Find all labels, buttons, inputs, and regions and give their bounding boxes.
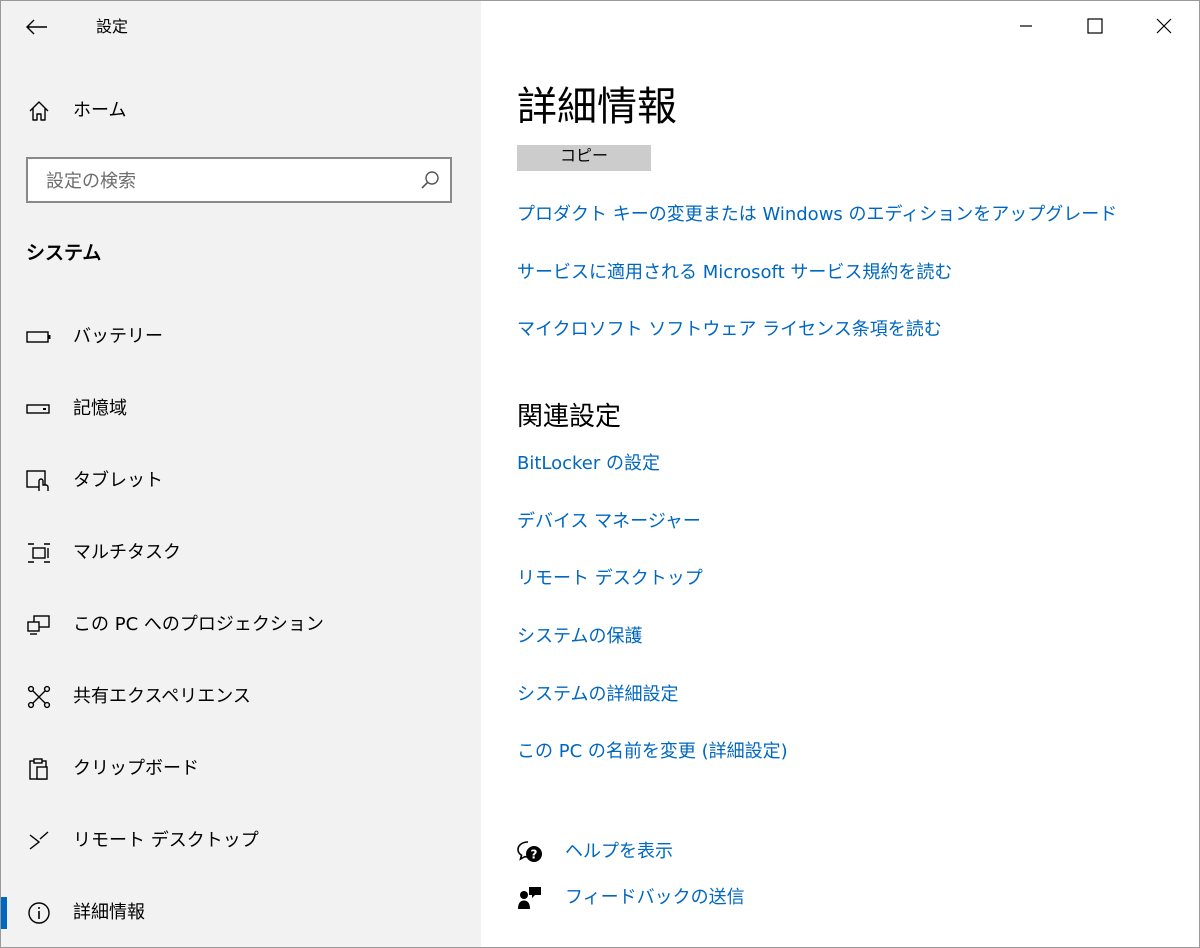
- related-settings-heading: 関連設定: [517, 402, 622, 432]
- link-rename-pc[interactable]: この PC の名前を変更 (詳細設定): [517, 739, 788, 765]
- help-chat-icon: ?: [517, 841, 542, 862]
- sidebar-item-clipboard[interactable]: クリップボード: [1, 745, 481, 793]
- maximize-button[interactable]: [1072, 1, 1118, 51]
- sidebar-item-label: 記憶域: [73, 398, 127, 419]
- sidebar-item-label: 詳細情報: [73, 902, 145, 923]
- link-device-manager[interactable]: デバイス マネージャー: [517, 509, 701, 535]
- shared-experience-icon: [25, 685, 53, 709]
- info-icon: [25, 901, 53, 925]
- back-button[interactable]: [21, 11, 53, 43]
- sidebar-item-tablet[interactable]: タブレット: [1, 457, 481, 505]
- minimize-button[interactable]: [1003, 1, 1049, 51]
- get-help-link[interactable]: ? ヘルプを表示: [517, 837, 817, 867]
- tablet-icon: [25, 469, 53, 493]
- sidebar-item-label: この PC へのプロジェクション: [73, 614, 324, 635]
- sidebar-item-remote-desktop[interactable]: リモート デスクトップ: [1, 817, 481, 865]
- sidebar-item-about[interactable]: 詳細情報: [1, 889, 481, 937]
- multitask-icon: [25, 541, 53, 565]
- sidebar-item-storage[interactable]: 記憶域: [1, 385, 481, 433]
- sidebar-item-label: ホーム: [73, 100, 127, 121]
- copy-button[interactable]: コピー: [517, 145, 651, 171]
- sidebar-item-label: クリップボード: [73, 758, 199, 779]
- link-change-product-key[interactable]: プロダクト キーの変更または Windows のエディションをアップグレード: [517, 202, 1117, 228]
- link-microsoft-services-agreement[interactable]: サービスに適用される Microsoft サービス規約を読む: [517, 260, 952, 286]
- sidebar-section-title: システム: [26, 242, 102, 264]
- app-title: 設定: [96, 17, 129, 36]
- home-icon: [25, 99, 53, 123]
- page-title: 詳細情報: [517, 84, 677, 130]
- link-bitlocker-settings[interactable]: BitLocker の設定: [517, 451, 660, 477]
- clipboard-icon: [25, 757, 53, 781]
- link-system-protection[interactable]: システムの保護: [517, 624, 642, 650]
- sidebar-item-label: 共有エクスペリエンス: [73, 686, 251, 707]
- search-input[interactable]: [44, 159, 408, 203]
- link-advanced-system-settings[interactable]: システムの詳細設定: [517, 682, 678, 708]
- maximize-icon: [1087, 18, 1103, 34]
- sidebar-item-shared-experiences[interactable]: 共有エクスペリエンス: [1, 673, 481, 721]
- content-pane: 詳細情報 コピー プロダクト キーの変更または Windows のエディションを…: [481, 1, 1199, 947]
- link-software-license-terms[interactable]: マイクロソフト ソフトウェア ライセンス条項を読む: [517, 317, 942, 343]
- remote-desktop-icon: [25, 829, 53, 853]
- close-button[interactable]: [1141, 1, 1187, 51]
- give-feedback-link[interactable]: フィードバックの送信: [517, 883, 817, 913]
- settings-window: 設定 ホーム システム バッ: [0, 0, 1200, 948]
- sidebar: 設定 ホーム システム バッ: [1, 1, 481, 947]
- minimize-icon: [1020, 25, 1032, 27]
- search-icon[interactable]: [420, 170, 440, 190]
- give-feedback-label: フィードバックの送信: [565, 887, 745, 908]
- svg-text:?: ?: [531, 848, 538, 862]
- sidebar-item-projection[interactable]: この PC へのプロジェクション: [1, 601, 481, 649]
- sidebar-item-label: マルチタスク: [73, 542, 181, 563]
- back-arrow-icon: [26, 19, 47, 35]
- storage-icon: [25, 397, 53, 421]
- sidebar-item-multitasking[interactable]: マルチタスク: [1, 529, 481, 577]
- sidebar-item-label: バッテリー: [73, 326, 163, 347]
- active-indicator: [1, 897, 7, 929]
- link-remote-desktop[interactable]: リモート デスクトップ: [517, 566, 703, 592]
- sidebar-item-home[interactable]: ホーム: [1, 89, 481, 133]
- search-box[interactable]: [26, 157, 452, 203]
- sidebar-item-battery[interactable]: バッテリー: [1, 313, 481, 361]
- get-help-label: ヘルプを表示: [565, 841, 673, 862]
- close-icon: [1156, 18, 1172, 34]
- copy-button-label: コピー: [559, 146, 608, 165]
- sidebar-item-label: タブレット: [73, 470, 163, 491]
- projection-icon: [25, 613, 53, 637]
- sidebar-item-label: リモート デスクトップ: [73, 830, 259, 851]
- feedback-icon: [518, 887, 541, 909]
- battery-icon: [25, 325, 53, 349]
